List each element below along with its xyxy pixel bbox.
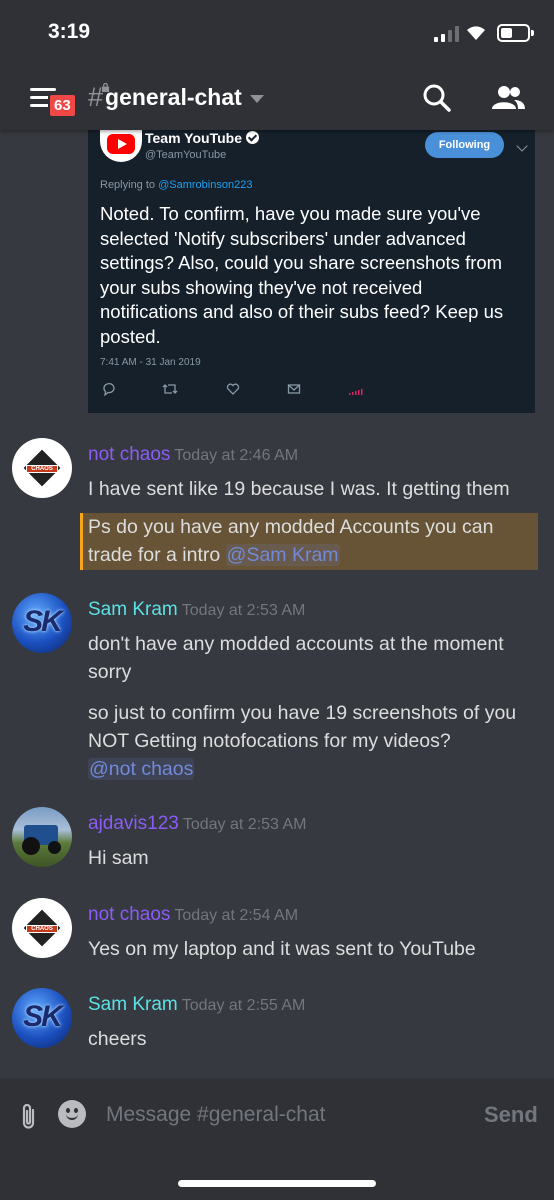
notification-badge: 63 [48,93,77,118]
cellular-signal-icon [434,26,459,42]
user-mention[interactable]: @not chaos [88,758,195,780]
channel-name: general-chat [105,84,242,110]
reply-icon[interactable] [102,382,116,396]
message-text: Yes on my laptop and it was sent to YouT… [88,938,476,960]
timestamp: Today at 2:54 AM [174,907,299,924]
message-text: Ps do you have any modded Accounts you c… [88,516,494,566]
timestamp: Today at 2:53 AM [182,816,307,833]
username[interactable]: not chaos [88,904,170,925]
username[interactable]: not chaos [88,444,170,465]
tweet-actions [102,382,372,398]
following-button[interactable]: Following [425,132,504,158]
tweet-reply-to: Replying to @Samrobinson223 [100,179,253,191]
mail-icon[interactable] [287,382,301,396]
timestamp: Today at 2:55 AM [181,997,306,1014]
youtube-logo-icon [100,130,142,162]
avatar[interactable]: CHAOS [12,438,72,498]
emoji-icon[interactable] [58,1100,86,1128]
avatar[interactable]: CHAOS [12,898,72,958]
like-icon[interactable] [226,382,240,396]
wifi-icon [467,26,485,40]
username[interactable]: Sam Kram [88,599,178,620]
message-header: Sam Kram Today at 2:55 AM [88,994,305,1016]
message-text: cheers [88,1028,147,1050]
message-header: not chaos Today at 2:54 AM [88,904,298,926]
hash-lock-icon: # [88,82,110,113]
battery-icon [497,24,534,42]
status-time: 3:19 [48,20,91,43]
message-input[interactable] [106,1100,466,1130]
avatar[interactable] [12,807,72,867]
avatar[interactable]: SK [12,593,72,653]
status-bar: 3:19 [0,0,554,66]
search-icon[interactable] [422,83,452,113]
message-text: don't have any modded accounts at the mo… [88,633,504,683]
chevron-down-icon[interactable] [516,140,528,152]
send-button[interactable]: Send [484,1102,538,1128]
analytics-icon[interactable] [348,382,364,396]
message-text: Hi sam [88,847,149,869]
attachment-icon[interactable] [20,1101,38,1131]
message-header: Sam Kram Today at 2:53 AM [88,599,305,621]
message-list[interactable]: Team YouTube @TeamYouTube Following Repl… [0,130,554,1078]
username[interactable]: ajdavis123 [88,813,179,834]
message-header: ajdavis123 Today at 2:53 AM [88,813,306,835]
home-indicator[interactable] [178,1180,376,1187]
timestamp: Today at 2:53 AM [181,602,306,619]
members-icon[interactable] [490,84,526,112]
avatar[interactable]: SK [12,988,72,1048]
retweet-icon[interactable] [162,382,178,396]
channel-header: 63 # general-chat [0,66,554,130]
tweet-author: Team YouTube [145,130,259,146]
chevron-down-icon [249,95,264,103]
username[interactable]: Sam Kram [88,994,178,1015]
message-text: so just to confirm you have 19 screensho… [88,702,517,780]
channel-title[interactable]: # general-chat [88,82,264,113]
message-text: I have sent like 19 because I was. It ge… [88,478,510,500]
tweet-timestamp: 7:41 AM - 31 Jan 2019 [100,357,201,368]
message-header: not chaos Today at 2:46 AM [88,444,298,466]
tweet-handle: @TeamYouTube [145,149,227,161]
user-mention[interactable]: @Sam Kram [225,544,340,566]
verified-icon [245,131,259,144]
tweet-text: Noted. To confirm, have you made sure yo… [100,203,504,347]
tweet-embed[interactable]: Team YouTube @TeamYouTube Following Repl… [88,130,535,413]
timestamp: Today at 2:46 AM [174,447,299,464]
